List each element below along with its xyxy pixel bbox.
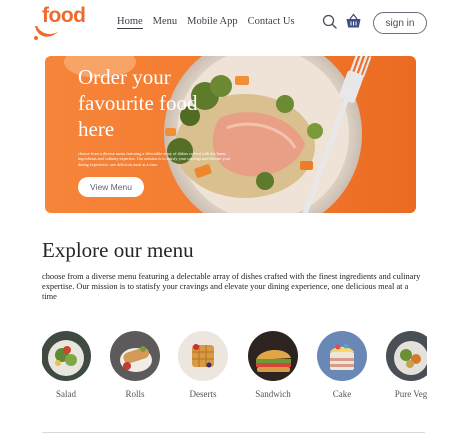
section-divider — [42, 432, 425, 433]
category-label: Salad — [56, 389, 76, 399]
sign-in-button[interactable]: sign in — [373, 12, 427, 34]
view-menu-button[interactable]: View Menu — [78, 177, 144, 197]
category-label: Cake — [332, 389, 352, 399]
category-list: Salad Rolls Deserts Sandwich Cake Pure V… — [42, 330, 427, 405]
hero-banner: Order your favourite food here choose fr… — [45, 56, 416, 213]
category-label: Pure Veg — [394, 389, 427, 399]
salad-image — [42, 331, 91, 381]
category-label: Deserts — [189, 389, 217, 399]
hero-title: Order your favourite food here — [78, 65, 198, 141]
category-pure-veg[interactable]: Pure Veg — [385, 330, 427, 399]
category-deserts[interactable]: Deserts — [177, 330, 229, 399]
nav-contact-us[interactable]: Contact Us — [248, 16, 295, 29]
hero-description: choose from a diverse menu featuring a d… — [78, 151, 231, 167]
category-label: Rolls — [125, 389, 145, 399]
explore-description: choose from a diverse menu featuring a d… — [42, 272, 421, 302]
category-label: Sandwich — [255, 389, 291, 399]
logo-text: food — [42, 4, 86, 27]
category-rolls[interactable]: Rolls — [109, 330, 161, 399]
cake-image — [317, 331, 367, 381]
category-sandwich[interactable]: Sandwich — [247, 330, 299, 399]
pure-veg-image — [386, 331, 427, 381]
explore-title: Explore our menu — [42, 238, 194, 262]
rolls-image — [110, 331, 160, 381]
basket-icon[interactable] — [345, 13, 362, 29]
main-nav: Home Menu Mobile App Contact Us — [117, 16, 295, 29]
deserts-image — [178, 331, 228, 381]
logo[interactable]: food — [33, 4, 86, 41]
sandwich-image — [248, 331, 298, 381]
category-cake[interactable]: Cake — [316, 330, 368, 399]
nav-menu[interactable]: Menu — [153, 16, 178, 29]
nav-home[interactable]: Home — [117, 16, 143, 29]
category-salad[interactable]: Salad — [42, 330, 92, 399]
nav-mobile-app[interactable]: Mobile App — [187, 16, 237, 29]
search-icon[interactable] — [322, 14, 337, 29]
